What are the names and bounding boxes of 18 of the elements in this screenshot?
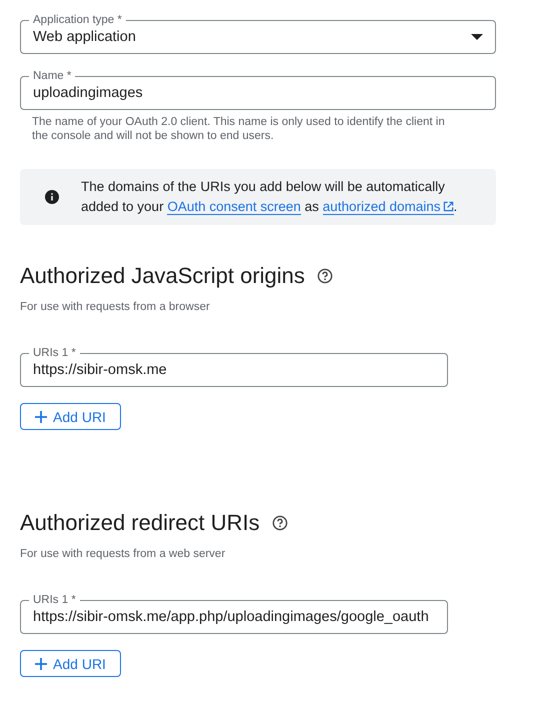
section-heading: Authorized JavaScript origins <box>20 263 305 289</box>
info-text: The domains of the URIs you add below will be automatically added to your OAuth consent screen as authorized domains . <box>81 178 458 217</box>
section-subtitle: For use with requests from a browser <box>20 301 211 313</box>
plus-icon <box>35 410 48 422</box>
plus-icon <box>35 658 48 670</box>
add-uri-button[interactable]: Add URI <box>20 650 121 677</box>
section-subtitle: For use with requests from a web server <box>20 548 226 560</box>
helper-text: The name of your OAuth 2.0 client. This name is only used to identify the client in the console and will not be shown to end users. <box>31 115 446 143</box>
external-link-icon <box>442 201 454 212</box>
help-icon[interactable] <box>272 515 288 531</box>
consent-screen-link[interactable]: OAuth consent screen <box>167 199 301 215</box>
dropdown-caret-icon <box>471 34 483 40</box>
field-label: Application type * <box>29 13 126 27</box>
add-uri-button[interactable]: Add URI <box>20 403 121 430</box>
authorized-domains-link[interactable]: authorized domains <box>322 199 454 215</box>
section-heading: Authorized redirect URIs <box>20 510 260 536</box>
help-icon[interactable] <box>316 268 333 284</box>
info-icon <box>45 190 59 204</box>
